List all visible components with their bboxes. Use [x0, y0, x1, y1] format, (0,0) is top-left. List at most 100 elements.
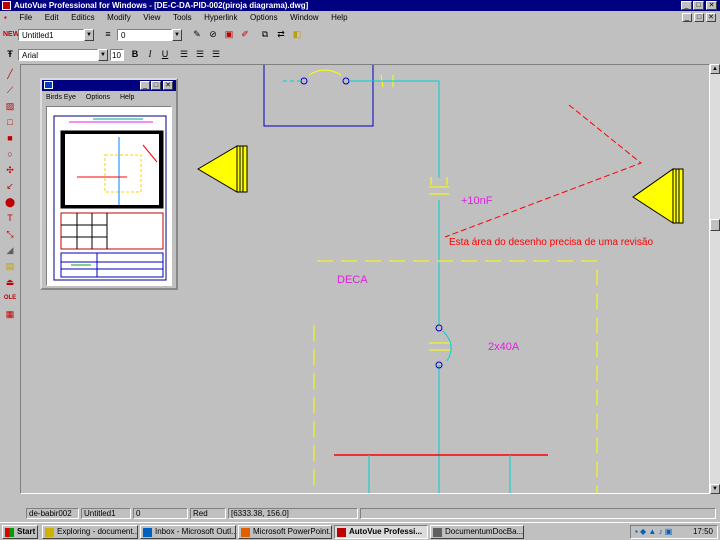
task-documentum[interactable]: DocumentumDocBa...	[430, 525, 524, 539]
ole-tool-icon[interactable]: OLE	[3, 292, 17, 305]
filled-rectangle-icon[interactable]: ■	[3, 132, 17, 145]
markup-icon[interactable]: ✐	[238, 28, 252, 41]
close-button[interactable]: ✕	[706, 1, 717, 10]
scroll-thumb[interactable]	[710, 219, 720, 231]
note-tool-icon[interactable]: ▤	[3, 260, 17, 273]
arrow-tool-icon[interactable]: ↙	[3, 180, 17, 193]
text-tool-icon[interactable]: T	[3, 212, 17, 225]
symbol-tool-icon[interactable]: ▦	[3, 308, 17, 321]
leader-tool-icon[interactable]: ⬤	[3, 196, 17, 209]
document-icon[interactable]: ▪	[0, 11, 12, 25]
task-label: Inbox - Microsoft Outl...	[155, 527, 236, 536]
cyan-wire	[373, 80, 440, 178]
menu-options[interactable]: Options	[245, 11, 283, 25]
menu-file[interactable]: File	[14, 11, 37, 25]
birds-eye-thumbnail[interactable]	[46, 106, 172, 286]
maximize-button[interactable]: □	[693, 1, 704, 10]
status-value: 0	[133, 508, 188, 519]
menu-hyperlink[interactable]: Hyperlink	[199, 11, 242, 25]
font-combo-arrow[interactable]: ▼	[98, 49, 108, 61]
layers-icon[interactable]: ◧	[290, 28, 304, 41]
left-arrow-marker[interactable]	[197, 145, 248, 193]
new-markup-button[interactable]: NEW	[3, 29, 19, 41]
menu-help[interactable]: Help	[326, 11, 352, 25]
measure-tool-icon[interactable]: ⤡	[3, 228, 17, 241]
menu-editics[interactable]: Editics	[66, 11, 100, 25]
font-combo[interactable]: Arial	[18, 49, 98, 61]
menu-modify[interactable]: Modify	[102, 11, 136, 25]
status-empty-panel	[360, 508, 716, 519]
shapes-icon[interactable]: ⧉	[258, 28, 272, 41]
area-label: DECA	[337, 274, 368, 286]
rectangle-tool-icon[interactable]: □	[3, 116, 17, 129]
stamp-icon[interactable]: ▣	[222, 28, 236, 41]
align-left-icon[interactable]: ☰	[177, 48, 191, 61]
terminal-node	[435, 324, 443, 332]
birds-eye-menu-help[interactable]: Help	[116, 94, 138, 101]
birds-eye-menu-view[interactable]: Birds Eye	[42, 94, 80, 101]
scroll-up-button[interactable]: ▲	[710, 64, 720, 74]
birds-eye-menu-options[interactable]: Options	[82, 94, 114, 101]
menu-window[interactable]: Window	[285, 11, 323, 25]
mdi-restore-button[interactable]: □	[694, 13, 704, 22]
task-label: AutoVue Professi...	[349, 527, 423, 536]
birds-eye-title-bar[interactable]: _ □ ✕	[42, 80, 176, 91]
color-icon[interactable]: ✎	[190, 28, 204, 41]
align-center-icon[interactable]: ☰	[193, 48, 207, 61]
clock[interactable]: 17:50	[693, 526, 713, 538]
task-powerpoint[interactable]: Microsoft PowerPoint...	[238, 525, 332, 539]
autovue-icon	[337, 528, 346, 537]
size-combo[interactable]: 10	[110, 49, 124, 61]
tray-icons[interactable]: ▪ ◆ ▲ ♪ ▣	[635, 527, 672, 536]
mdi-close-button[interactable]: ✕	[706, 13, 716, 22]
menu-edit[interactable]: Edit	[40, 11, 64, 25]
task-label: Exploring - document...	[57, 527, 138, 536]
app-icon[interactable]	[2, 1, 11, 10]
start-button[interactable]: Start	[2, 525, 38, 539]
pen-tool-icon[interactable]: ▨	[3, 100, 17, 113]
markup-note: Esta área do desenho precisa de uma revi…	[449, 237, 653, 248]
scroll-down-button[interactable]: ▼	[710, 484, 720, 494]
italic-button[interactable]: I	[143, 48, 157, 61]
task-autovue-active[interactable]: AutoVue Professi...	[334, 525, 428, 539]
stamp-tool-icon[interactable]: ⏏	[3, 276, 17, 289]
task-label: Microsoft PowerPoint...	[253, 527, 332, 536]
birds-eye-close-button[interactable]: ✕	[163, 81, 173, 90]
birds-eye-window[interactable]: _ □ ✕ Birds Eye Options Help	[40, 78, 178, 290]
linetype-combo-arrow[interactable]: ▼	[172, 29, 182, 41]
menu-view[interactable]: View	[138, 11, 165, 25]
underline-button[interactable]: U	[158, 48, 172, 61]
markup-tool-palette: ╱ ⟋ ▨ □ ■ ○ ✣ ↙ ⬤ T ⤡ ◢ ▤ ⏏ OLE ▦	[0, 64, 20, 502]
birds-eye-minimize-button[interactable]: _	[140, 81, 150, 90]
birds-eye-maximize-button[interactable]: □	[151, 81, 161, 90]
circle-tool-icon[interactable]: ○	[3, 148, 17, 161]
menu-bar: ▪ File Edit Editics Modify View Tools Hy…	[0, 11, 720, 25]
status-file: de-babir002	[26, 508, 79, 519]
layer-combo[interactable]: Untitled1	[18, 29, 84, 41]
task-label: DocumentumDocBa...	[445, 527, 524, 536]
right-arrow-marker[interactable]	[632, 168, 684, 224]
line-tool-icon[interactable]: ╱	[3, 68, 17, 81]
align-right-icon[interactable]: ☰	[209, 48, 223, 61]
bold-button[interactable]: B	[128, 48, 142, 61]
flip-icon[interactable]: ⇄	[274, 28, 288, 41]
status-coordinates: [6333.38, 156.0]	[228, 508, 358, 519]
terminal-node	[300, 77, 308, 85]
linetype-icon[interactable]: ≡	[101, 28, 115, 41]
minimize-button[interactable]: _	[681, 1, 692, 10]
highlight-tool-icon[interactable]: ◢	[3, 244, 17, 257]
terminal-node	[342, 77, 350, 85]
fill-icon[interactable]: ⊘	[206, 28, 220, 41]
menu-tools[interactable]: Tools	[168, 11, 197, 25]
mdi-minimize-button[interactable]: _	[682, 13, 692, 22]
polyline-tool-icon[interactable]: ⟋	[3, 84, 17, 97]
task-inbox[interactable]: Inbox - Microsoft Outl...	[140, 525, 236, 539]
status-bar: de-babir002 Untitled1 0 Red [6333.38, 15…	[0, 507, 720, 520]
cloud-tool-icon[interactable]: ✣	[3, 164, 17, 177]
linetype-combo[interactable]: 0	[117, 29, 172, 41]
layer-combo-arrow[interactable]: ▼	[84, 29, 94, 41]
area-boundary	[317, 260, 598, 493]
vertical-scrollbar[interactable]: ▲ ▼	[710, 64, 720, 494]
task-exploring[interactable]: Exploring - document...	[42, 525, 138, 539]
folder-icon	[45, 528, 54, 537]
